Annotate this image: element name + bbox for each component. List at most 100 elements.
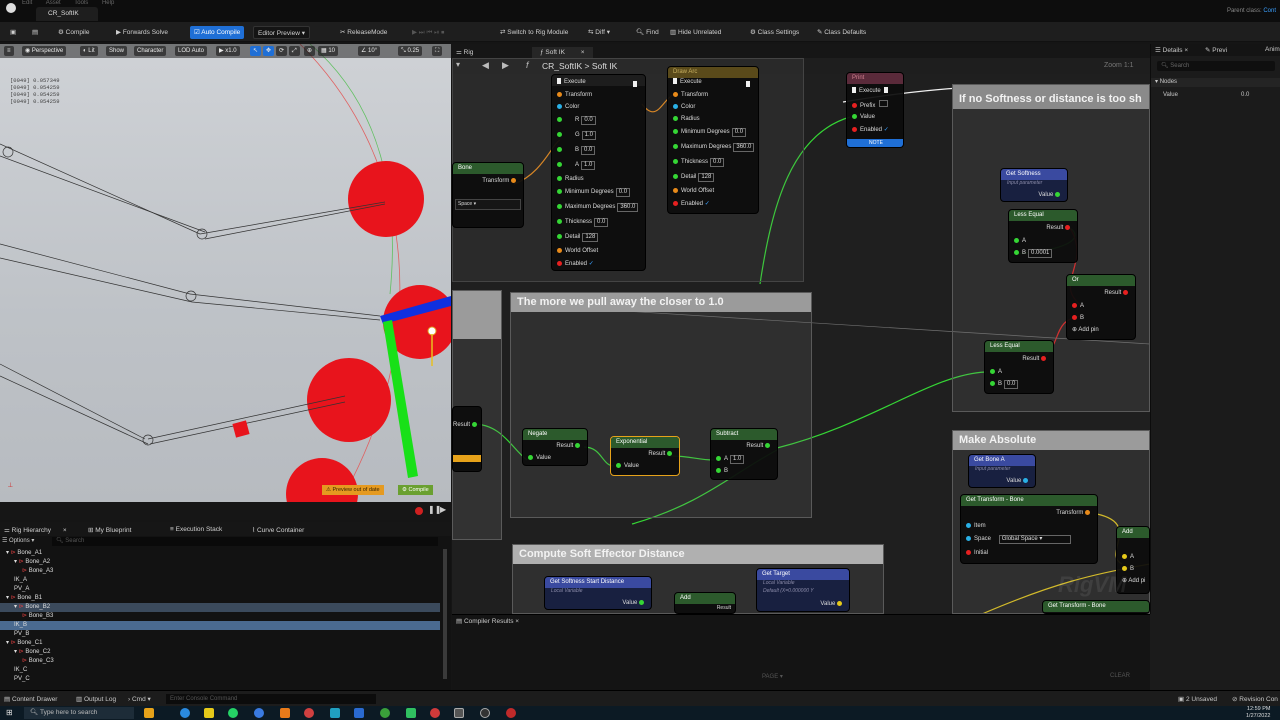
node-get-softness-start[interactable]: Get Softness Start Distance Local Variab… [544,576,652,610]
a-value[interactable]: 1.0 [730,455,745,464]
switch-rig-module-button[interactable]: ⇄ Switch to Rig Module [496,26,572,39]
node-get-bone-transform[interactable]: Bone Transform Space ▾ [452,162,524,228]
b-input[interactable]: B [1072,314,1084,323]
menu-edit[interactable]: Edit [22,0,32,6]
space-input[interactable]: Space Global Space ▾ [966,535,1071,544]
tree-item-bone-b2[interactable]: ▾ ⊳ Bone_B2 [0,603,440,612]
thickness-value[interactable]: 0.0 [710,158,725,167]
tree-item-bone-a1[interactable]: ▾ ⊳ Bone_A1 [0,549,440,558]
min-degrees-input[interactable]: Minimum Degrees 0.0 [673,128,747,137]
play-icon[interactable]: ▶ [440,505,446,514]
app-icon-chrome[interactable] [180,708,190,718]
tree-item-pv-c[interactable]: PV_C [0,675,440,684]
color-r-input[interactable]: R 0.0 [557,116,596,125]
thickness-input[interactable]: Thickness 0.0 [557,218,609,227]
app-icon-record[interactable] [430,708,440,718]
tree-item-bone-c1[interactable]: ▾ ⊳ Bone_C1 [0,639,440,648]
perspective-button[interactable]: ◉ Perspective [22,46,67,56]
transform-pin-icon[interactable] [1085,509,1090,515]
thickness-value[interactable]: 0.0 [594,218,609,227]
value-output[interactable]: Value [820,600,845,609]
result-output[interactable]: Result [453,421,480,430]
console-input[interactable]: Enter Console Command [166,694,376,704]
options-dropdown[interactable]: ☰ Options ▾ [2,537,34,544]
max-degrees-input[interactable]: Maximum Degrees 360.0 [557,203,639,212]
node-less-equal[interactable]: Less Equal Result A B 0.0 [984,340,1054,394]
menu-asset[interactable]: Asset [46,0,61,6]
find-button[interactable]: 🔍︎ Find [632,26,663,39]
scale-tool-icon[interactable]: ⤢ [289,46,300,56]
float-pin-icon[interactable] [765,442,770,448]
value-input[interactable]: Value [528,454,551,463]
clear-button[interactable]: CLEAR [1110,673,1130,679]
cmd-dropdown[interactable]: › Cmd ▾ [128,695,151,703]
execute-output-pin[interactable] [633,81,637,87]
execute-output-pin[interactable] [884,87,889,94]
g-value[interactable]: 1.0 [581,131,597,140]
tree-item-bone-a3[interactable]: ⊳ Bone_A3 [0,567,440,576]
close-tab-icon[interactable]: × [63,527,67,534]
rotate-tool-icon[interactable]: ⟳ [276,46,288,56]
app-icon-folder[interactable] [204,708,214,718]
content-drawer-button[interactable]: ▤ Content Drawer [4,695,57,703]
class-settings-button[interactable]: ⚙ Class Settings [746,26,803,39]
b-input[interactable]: B 0.0001 [1014,249,1053,258]
node-draw-circle[interactable]: Execute Transform Color R 0.0 G 1.0 B 0.0 A… [551,74,646,271]
b-value[interactable]: 0.0 [1004,380,1019,389]
tree-item-bone-c3[interactable]: ⊳ Bone_C3 [0,657,440,666]
app-icon-terminal[interactable] [354,708,364,718]
node-print[interactable]: Print Execute Prefix Value Enabled ✓ NOT… [846,72,904,148]
node-or[interactable]: Or Result A B ⊕ Add pin [1066,274,1136,340]
section-nodes[interactable]: ▾ Nodes [1151,78,1280,87]
value-output[interactable]: Value [622,599,647,608]
tree-item-pv-a[interactable]: PV_A [0,585,440,594]
node-get-target[interactable]: Get Target Local Variable Default (X=0.0… [756,568,850,612]
color-b-input[interactable]: B 0.0 [557,146,596,155]
tree-item-ik-a[interactable]: IK_A [0,576,440,585]
value-input[interactable]: Value [852,113,875,122]
min-degrees-input[interactable]: Minimum Degrees 0.0 [557,188,631,197]
a-input[interactable]: A [1014,237,1026,246]
scale-snap-button[interactable]: ⤡ 0.25 [398,46,423,56]
b-value[interactable]: 0.0001 [1028,249,1053,258]
preview-outdated-badge[interactable]: ⚠ Preview out of date [322,485,384,495]
browse-icon[interactable]: ▤ [28,26,42,39]
node-result-partial[interactable]: Result [452,406,482,472]
thickness-input[interactable]: Thickness 0.0 [673,158,725,167]
app-icon-media[interactable] [304,708,314,718]
value-field[interactable]: 0.0 [1241,92,1249,98]
character-button[interactable]: Character [134,46,167,56]
show-button[interactable]: Show [106,46,128,56]
lit-button[interactable]: ◐ Lit [80,46,98,56]
result-output[interactable]: Result [1046,224,1073,233]
play-speed-button[interactable]: ▶ x1.0 [216,46,240,56]
diff-button[interactable]: ⇆ Diff ▾ [584,26,614,39]
grid-snap-button[interactable]: ▦ 10 [318,46,339,56]
transform-output[interactable]: Transform [1056,509,1093,518]
execute-input[interactable]: Execute [557,78,586,87]
float-pin-icon[interactable] [1055,191,1060,197]
viewport-menu-icon[interactable]: ≡ [4,46,14,56]
angle-snap-button[interactable]: ∠ 10° [358,46,381,56]
world-space-icon[interactable]: ⊕ [304,46,316,56]
tab-details[interactable]: ☰ Details × [1155,46,1188,54]
bool-pin-icon[interactable] [1041,355,1046,361]
space-dropdown[interactable]: Space ▾ [455,199,521,210]
system-clock[interactable]: 12:59 PM 1/27/2022 [1246,706,1270,720]
min-degrees-value[interactable]: 0.0 [615,188,631,197]
radius-input[interactable]: Radius [673,115,700,124]
detail-input[interactable]: Detail 128 [557,233,599,242]
tree-item-ik-b[interactable]: IK_B [0,621,440,630]
checkbox-icon[interactable]: ✓ [884,127,889,133]
hierarchy-scrollbar[interactable] [443,549,447,679]
a-input[interactable]: A 1.0 [716,455,745,464]
result-output[interactable]: Result [1104,289,1131,298]
max-degrees-input[interactable]: Maximum Degrees 360.0 [673,143,755,152]
node-get-transform-bone[interactable]: Get Transform - Bone Transform Item Spac… [960,494,1098,564]
app-icon-spotify[interactable] [406,708,416,718]
record-icon[interactable] [415,507,423,515]
translate-tool-icon[interactable]: ✥ [263,46,275,56]
node-get-bone-a[interactable]: Get Bone A Input parameter Value [968,454,1036,488]
taskbar-search[interactable]: 🔍︎ Type here to search [24,707,134,719]
menu-tools[interactable]: Tools [74,0,88,6]
